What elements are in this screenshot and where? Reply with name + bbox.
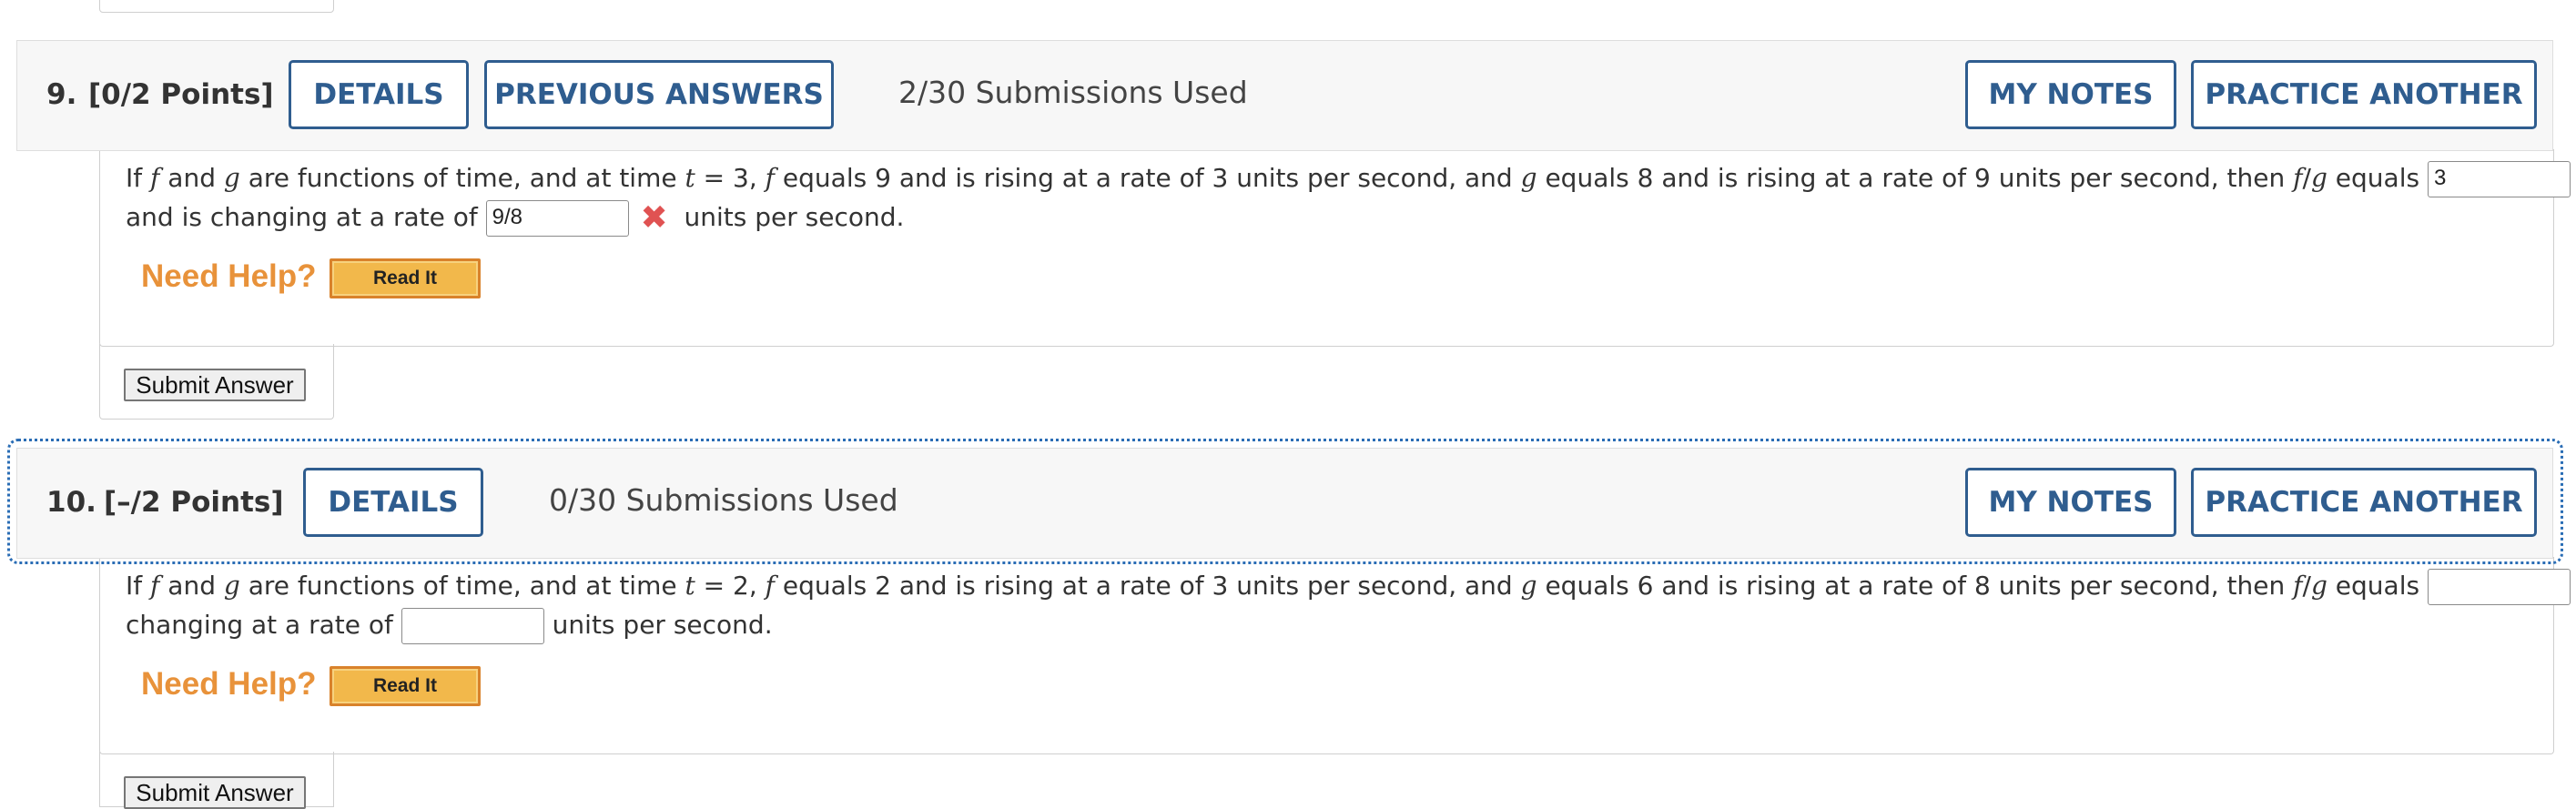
q9-read-it-button[interactable]: Read It xyxy=(330,258,481,298)
q9-previous-answers-button[interactable]: PREVIOUS ANSWERS xyxy=(484,60,834,129)
q9-question-line-2: and is changing at a rate of 9/8 ✖ units… xyxy=(126,199,905,237)
q9-points: [0/2 Points] xyxy=(88,78,274,111)
q10-submit-answer-button[interactable]: Submit Answer xyxy=(124,776,306,809)
x-mark-icon: ✖ xyxy=(640,199,668,237)
q10-answer-2-input[interactable] xyxy=(401,608,544,644)
q9-answer-2-input[interactable]: 9/8 xyxy=(485,200,629,237)
q9-number: 9. xyxy=(46,78,77,111)
q9-submissions-used: 2/30 Submissions Used xyxy=(898,75,1248,110)
previous-submit-frame xyxy=(99,0,334,13)
q10-answer-1-input[interactable] xyxy=(2427,569,2571,605)
q10-question-line-2: changing at a rate of units per second. xyxy=(126,605,773,644)
q10-points: [–/2 Points] xyxy=(104,486,284,519)
q10-practice-another-button[interactable]: PRACTICE ANOTHER xyxy=(2191,468,2537,537)
q10-number: 10. xyxy=(46,486,96,519)
q9-question-line-1: If f and g are functions of time, and at… xyxy=(126,158,2576,197)
q10-header: 10. [–/2 Points] DETAILS 0/30 Submission… xyxy=(16,448,2553,559)
q10-question-line-1: If f and g are functions of time, and at… xyxy=(126,566,2576,605)
q10-need-help-label: Need Help? xyxy=(141,666,317,702)
q9-header: 9. [0/2 Points] DETAILS PREVIOUS ANSWERS… xyxy=(16,40,2553,151)
q9-answer-1-input[interactable]: 3 xyxy=(2427,161,2571,197)
q9-submit-answer-button[interactable]: Submit Answer xyxy=(124,369,306,401)
q9-need-help-label: Need Help? xyxy=(141,258,317,294)
q9-my-notes-button[interactable]: MY NOTES xyxy=(1965,60,2176,129)
q9-details-button[interactable]: DETAILS xyxy=(289,60,469,129)
q9-practice-another-button[interactable]: PRACTICE ANOTHER xyxy=(2191,60,2537,129)
q10-my-notes-button[interactable]: MY NOTES xyxy=(1965,468,2176,537)
q10-details-button[interactable]: DETAILS xyxy=(303,468,483,537)
q10-read-it-button[interactable]: Read It xyxy=(330,666,481,706)
q10-submissions-used: 0/30 Submissions Used xyxy=(549,482,898,518)
